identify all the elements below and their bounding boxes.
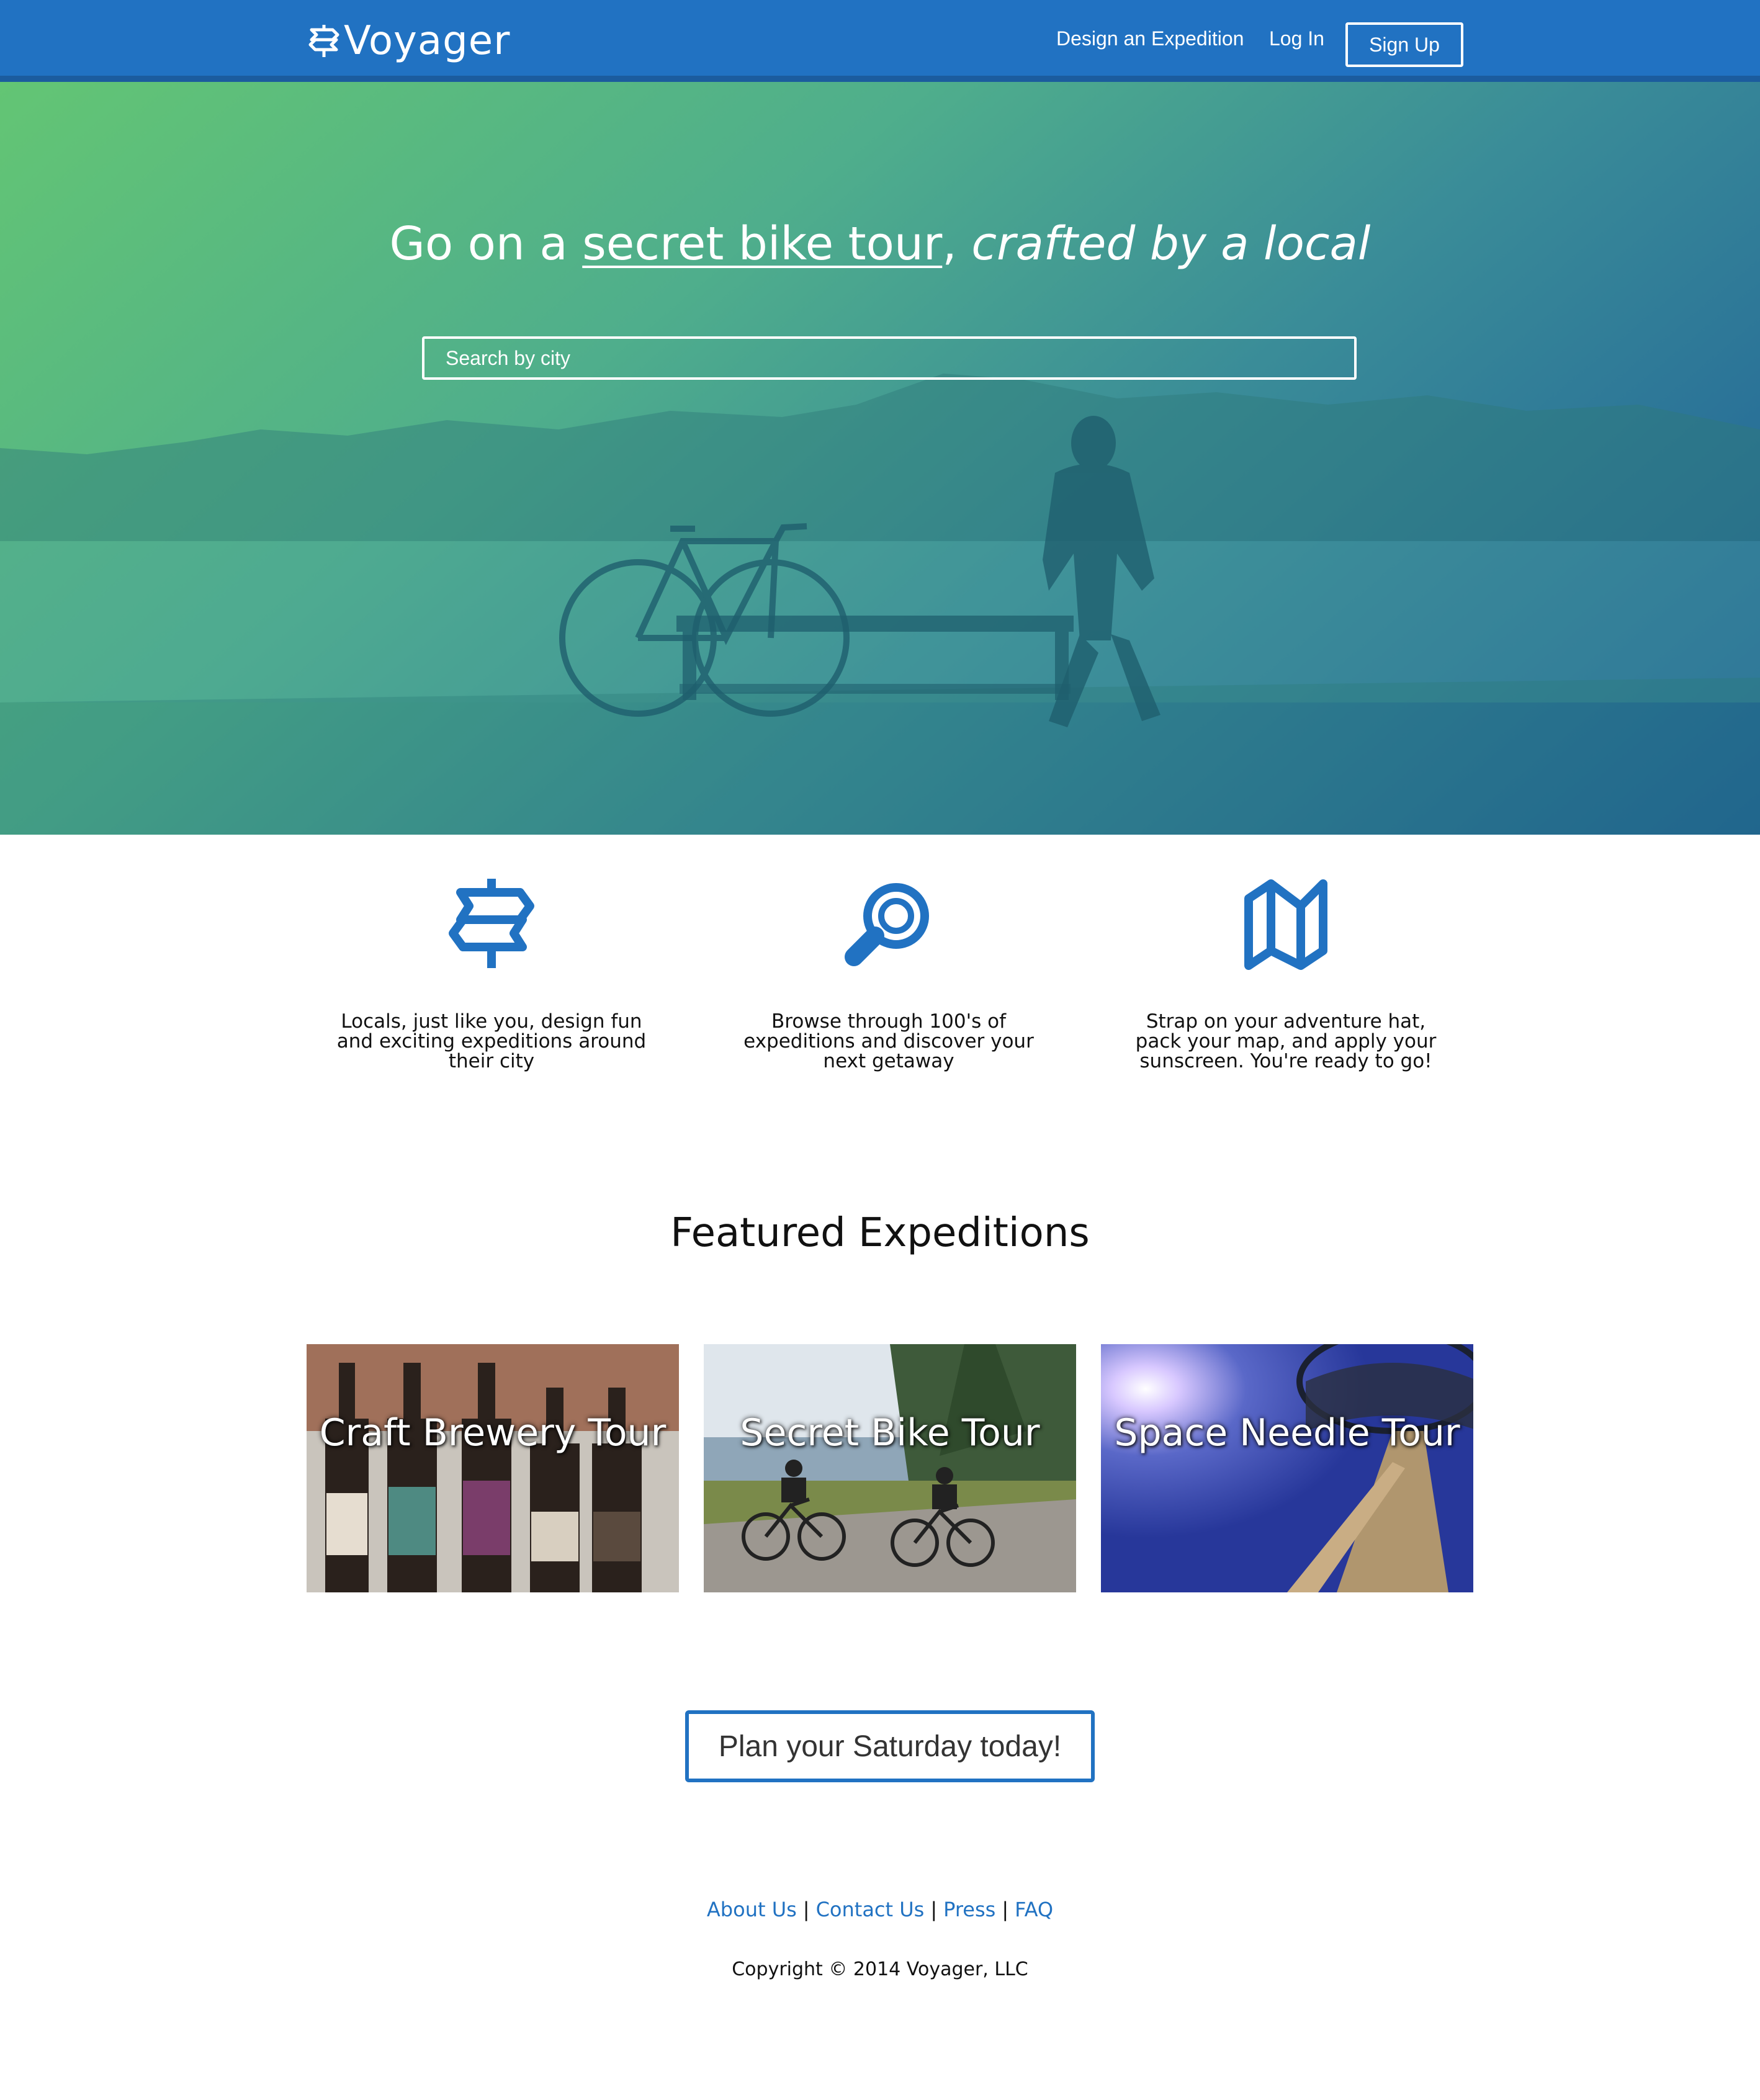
card-label-brewery: Craft Brewery Tour xyxy=(319,1411,667,1455)
feature-browse: Browse through 100's of expeditions and … xyxy=(715,875,1062,1071)
nav-design-expedition[interactable]: Design an Expedition xyxy=(1056,27,1244,50)
footer-separator: | xyxy=(802,1898,810,1921)
card-label-bike: Secret Bike Tour xyxy=(740,1411,1040,1455)
footer-link-about[interactable]: About Us xyxy=(707,1898,797,1921)
search-icon xyxy=(845,883,929,966)
footer-links: About Us | Contact Us | Press | FAQ xyxy=(0,1898,1760,1921)
sign-up-button[interactable]: Sign Up xyxy=(1345,22,1463,67)
hero-title-prefix: Go on a xyxy=(389,217,583,271)
feature-adventure: Strap on your adventure hat, pack your m… xyxy=(1112,875,1460,1071)
navbar: Voyager Design an Expedition Log In Sign… xyxy=(0,0,1760,82)
footer-separator: | xyxy=(1002,1898,1009,1921)
signpost-icon xyxy=(449,879,534,968)
map-icon xyxy=(1244,879,1327,970)
hero-background-image xyxy=(0,374,1760,835)
footer-link-faq[interactable]: FAQ xyxy=(1015,1898,1053,1921)
footer-link-press[interactable]: Press xyxy=(943,1898,995,1921)
feature-locals-text: Locals, just like you, design fun and ex… xyxy=(336,1010,647,1072)
city-search-input[interactable] xyxy=(422,336,1357,380)
expedition-card-bike[interactable]: Secret Bike Tour xyxy=(704,1344,1076,1592)
plan-saturday-button[interactable]: Plan your Saturday today! xyxy=(685,1710,1095,1782)
hero-title-italic: crafted by a local xyxy=(971,217,1371,271)
nav-log-in[interactable]: Log In xyxy=(1269,27,1324,50)
signpost-icon xyxy=(308,25,339,57)
hero-headline: Go on a secret bike tour, crafted by a l… xyxy=(0,217,1760,271)
brand-name: Voyager xyxy=(344,18,511,64)
hero-section: Go on a secret bike tour, crafted by a l… xyxy=(0,82,1760,835)
space-needle-image xyxy=(1101,1344,1473,1592)
hero-title-highlight: secret bike tour xyxy=(582,217,943,271)
featured-expeditions-heading: Featured Expeditions xyxy=(670,1210,1090,1256)
expedition-card-space-needle[interactable]: Space Needle Tour xyxy=(1101,1344,1473,1592)
hero-title-comma: , xyxy=(942,217,972,271)
copyright-text: Copyright © 2014 Voyager, LLC xyxy=(732,1959,1028,1980)
feature-locals: Locals, just like you, design fun and ex… xyxy=(318,875,665,1071)
footer-link-contact[interactable]: Contact Us xyxy=(816,1898,925,1921)
footer-separator: | xyxy=(930,1898,938,1921)
brewery-image xyxy=(307,1344,679,1592)
bike-tour-image xyxy=(704,1344,1076,1592)
feature-browse-text: Browse through 100's of expeditions and … xyxy=(743,1010,1034,1072)
feature-adventure-text: Strap on your adventure hat, pack your m… xyxy=(1135,1010,1437,1072)
card-label-space-needle: Space Needle Tour xyxy=(1114,1411,1460,1455)
expedition-card-brewery[interactable]: Craft Brewery Tour xyxy=(307,1344,679,1592)
brand-logo[interactable]: Voyager xyxy=(308,16,510,66)
